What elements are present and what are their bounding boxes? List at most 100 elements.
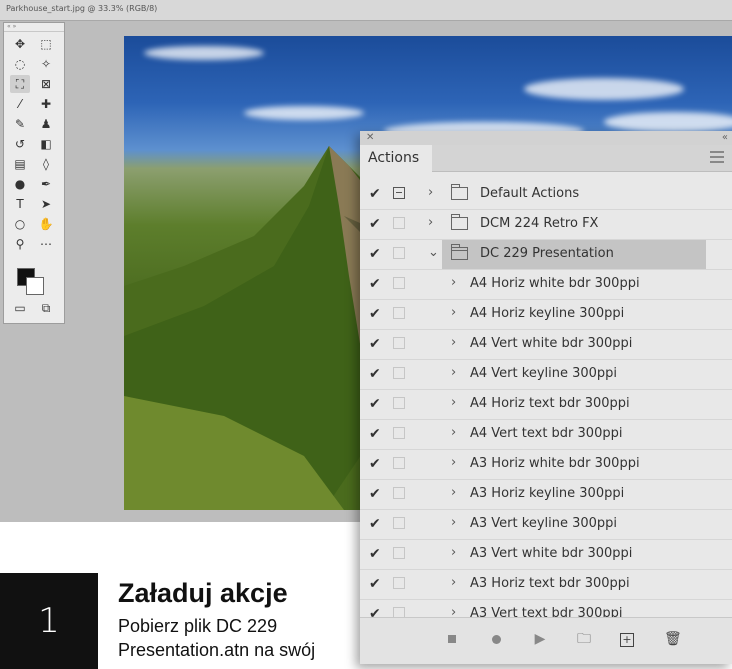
chevron-right-icon[interactable]: › bbox=[428, 185, 433, 200]
lasso-tool-icon[interactable]: ◌ bbox=[10, 55, 30, 73]
dialog-toggle[interactable] bbox=[393, 307, 405, 319]
chevron-right-icon[interactable]: › bbox=[451, 455, 456, 470]
toggle-checkmark-icon[interactable]: ✔ bbox=[369, 516, 383, 532]
chevron-right-icon[interactable]: › bbox=[451, 515, 456, 530]
step-body-text: Pobierz plik DC 229 Presentation.atn na … bbox=[118, 616, 316, 660]
chevron-down-icon[interactable]: ⌄ bbox=[428, 245, 439, 260]
action-set-label: DCM 224 Retro FX bbox=[480, 216, 599, 231]
hand-tool-icon[interactable]: ✋ bbox=[36, 215, 56, 233]
toggle-checkmark-icon[interactable]: ✔ bbox=[369, 546, 383, 562]
dodge-tool-icon[interactable]: ● bbox=[10, 175, 30, 193]
eraser-tool-icon[interactable]: ◧ bbox=[36, 135, 56, 153]
chevron-right-icon[interactable]: › bbox=[451, 395, 456, 410]
action-row[interactable]: ✔ › A3 Vert white bdr 300ppi bbox=[360, 540, 732, 570]
action-row[interactable]: ✔ › A4 Horiz white bdr 300ppi bbox=[360, 270, 732, 300]
toggle-checkmark-icon[interactable]: ✔ bbox=[369, 366, 383, 382]
chevron-right-icon[interactable]: › bbox=[451, 545, 456, 560]
dialog-toggle[interactable] bbox=[393, 517, 405, 529]
toggle-checkmark-icon[interactable]: ✔ bbox=[369, 456, 383, 472]
action-row[interactable]: ✔ › A4 Vert keyline 300ppi bbox=[360, 360, 732, 390]
action-label: A3 Horiz white bdr 300ppi bbox=[470, 456, 640, 471]
trash-icon[interactable]: 🗑 bbox=[664, 631, 682, 647]
action-row[interactable]: ✔ › A3 Vert keyline 300ppi bbox=[360, 510, 732, 540]
stop-icon[interactable] bbox=[444, 631, 460, 647]
action-row[interactable]: ✔ › A4 Vert text bdr 300ppi bbox=[360, 420, 732, 450]
action-row[interactable]: ✔ › A3 Horiz keyline 300ppi bbox=[360, 480, 732, 510]
chevron-right-icon[interactable]: › bbox=[451, 485, 456, 500]
action-set-label: DC 229 Presentation bbox=[480, 246, 614, 261]
action-row[interactable]: ✔ › A4 Horiz keyline 300ppi bbox=[360, 300, 732, 330]
dialog-toggle[interactable] bbox=[393, 427, 405, 439]
dialog-toggle[interactable] bbox=[393, 277, 405, 289]
frame-mode-icon[interactable]: ⧉ bbox=[36, 299, 56, 317]
dialog-toggle[interactable] bbox=[393, 457, 405, 469]
folder-icon bbox=[451, 184, 468, 200]
toggle-checkmark-icon[interactable]: ✔ bbox=[369, 576, 383, 592]
toggle-checkmark-icon[interactable]: ✔ bbox=[369, 216, 383, 232]
chevron-right-icon[interactable]: › bbox=[451, 305, 456, 320]
action-set-row[interactable]: ✔ ⌄ DC 229 Presentation bbox=[360, 240, 732, 270]
crop-tool-icon[interactable]: ⛶ bbox=[10, 75, 30, 93]
eyedropper-tool-icon[interactable]: ⁄ bbox=[10, 95, 30, 113]
action-label: A4 Horiz text bdr 300ppi bbox=[470, 396, 630, 411]
more-tools-icon[interactable]: ⋯ bbox=[36, 235, 56, 253]
dialog-toggle[interactable] bbox=[393, 247, 405, 259]
magic-wand-tool-icon[interactable]: ✧ bbox=[36, 55, 56, 73]
dialog-toggle[interactable] bbox=[393, 577, 405, 589]
dialog-toggle[interactable] bbox=[393, 337, 405, 349]
record-icon[interactable] bbox=[488, 631, 504, 647]
background-color-swatch[interactable] bbox=[26, 277, 44, 295]
new-action-icon[interactable]: + bbox=[620, 633, 634, 647]
gradient-tool-icon[interactable]: ▤ bbox=[10, 155, 30, 173]
action-row[interactable]: ✔ › A4 Horiz text bdr 300ppi bbox=[360, 390, 732, 420]
dialog-toggle[interactable] bbox=[393, 187, 405, 199]
zoom-tool-icon[interactable]: ⚲ bbox=[10, 235, 30, 253]
chevron-right-icon[interactable]: › bbox=[451, 275, 456, 290]
action-set-row[interactable]: ✔ › Default Actions bbox=[360, 180, 732, 210]
toggle-checkmark-icon[interactable]: ✔ bbox=[369, 276, 383, 292]
stamp-tool-icon[interactable]: ♟ bbox=[36, 115, 56, 133]
action-row[interactable]: ✔ › A4 Vert white bdr 300ppi bbox=[360, 330, 732, 360]
chevron-right-icon[interactable]: › bbox=[451, 425, 456, 440]
dialog-toggle[interactable] bbox=[393, 547, 405, 559]
toggle-checkmark-icon[interactable]: ✔ bbox=[369, 486, 383, 502]
toggle-checkmark-icon[interactable]: ✔ bbox=[369, 246, 383, 262]
chevron-right-icon[interactable]: › bbox=[428, 215, 433, 230]
toggle-checkmark-icon[interactable]: ✔ bbox=[369, 426, 383, 442]
document-tab-title: Parkhouse_start.jpg @ 33.3% (RGB/8) bbox=[6, 4, 158, 13]
dialog-toggle[interactable] bbox=[393, 487, 405, 499]
marquee-tool-icon[interactable]: ⬚ bbox=[36, 35, 56, 53]
document-tab[interactable]: Parkhouse_start.jpg @ 33.3% (RGB/8) bbox=[0, 0, 732, 21]
brush-tool-icon[interactable]: ✎ bbox=[10, 115, 30, 133]
panel-menu-icon[interactable] bbox=[710, 151, 724, 163]
action-row[interactable]: ✔ › A3 Horiz text bdr 300ppi bbox=[360, 570, 732, 600]
play-icon[interactable]: ▶ bbox=[532, 631, 548, 647]
toggle-checkmark-icon[interactable]: ✔ bbox=[369, 306, 383, 322]
collapse-panel-icon[interactable]: « bbox=[722, 131, 728, 145]
frame-tool-icon[interactable]: ⊠ bbox=[36, 75, 56, 93]
dialog-toggle[interactable] bbox=[393, 397, 405, 409]
close-icon[interactable]: ✕ bbox=[366, 131, 374, 145]
path-select-tool-icon[interactable]: ➤ bbox=[36, 195, 56, 213]
new-set-icon[interactable]: 🗀 bbox=[576, 631, 592, 647]
type-tool-icon[interactable]: T bbox=[10, 195, 30, 213]
shape-tool-icon[interactable]: ○ bbox=[10, 215, 30, 233]
screen-mode-icon[interactable]: ▭ bbox=[10, 299, 30, 317]
blur-tool-icon[interactable]: ◊ bbox=[36, 155, 56, 173]
toggle-checkmark-icon[interactable]: ✔ bbox=[369, 336, 383, 352]
history-brush-tool-icon[interactable]: ↺ bbox=[10, 135, 30, 153]
dialog-toggle[interactable] bbox=[393, 217, 405, 229]
chevron-right-icon[interactable]: › bbox=[451, 365, 456, 380]
action-label: A4 Vert keyline 300ppi bbox=[470, 366, 618, 381]
toggle-checkmark-icon[interactable]: ✔ bbox=[369, 396, 383, 412]
healing-tool-icon[interactable]: ✚ bbox=[36, 95, 56, 113]
dialog-toggle[interactable] bbox=[393, 367, 405, 379]
toggle-checkmark-icon[interactable]: ✔ bbox=[369, 186, 383, 202]
action-set-row[interactable]: ✔ › DCM 224 Retro FX bbox=[360, 210, 732, 240]
action-row[interactable]: ✔ › A3 Horiz white bdr 300ppi bbox=[360, 450, 732, 480]
pen-tool-icon[interactable]: ✒ bbox=[36, 175, 56, 193]
tab-actions[interactable]: Actions bbox=[360, 145, 432, 172]
move-tool-icon[interactable]: ✥ bbox=[10, 35, 30, 53]
chevron-right-icon[interactable]: › bbox=[451, 335, 456, 350]
chevron-right-icon[interactable]: › bbox=[451, 575, 456, 590]
